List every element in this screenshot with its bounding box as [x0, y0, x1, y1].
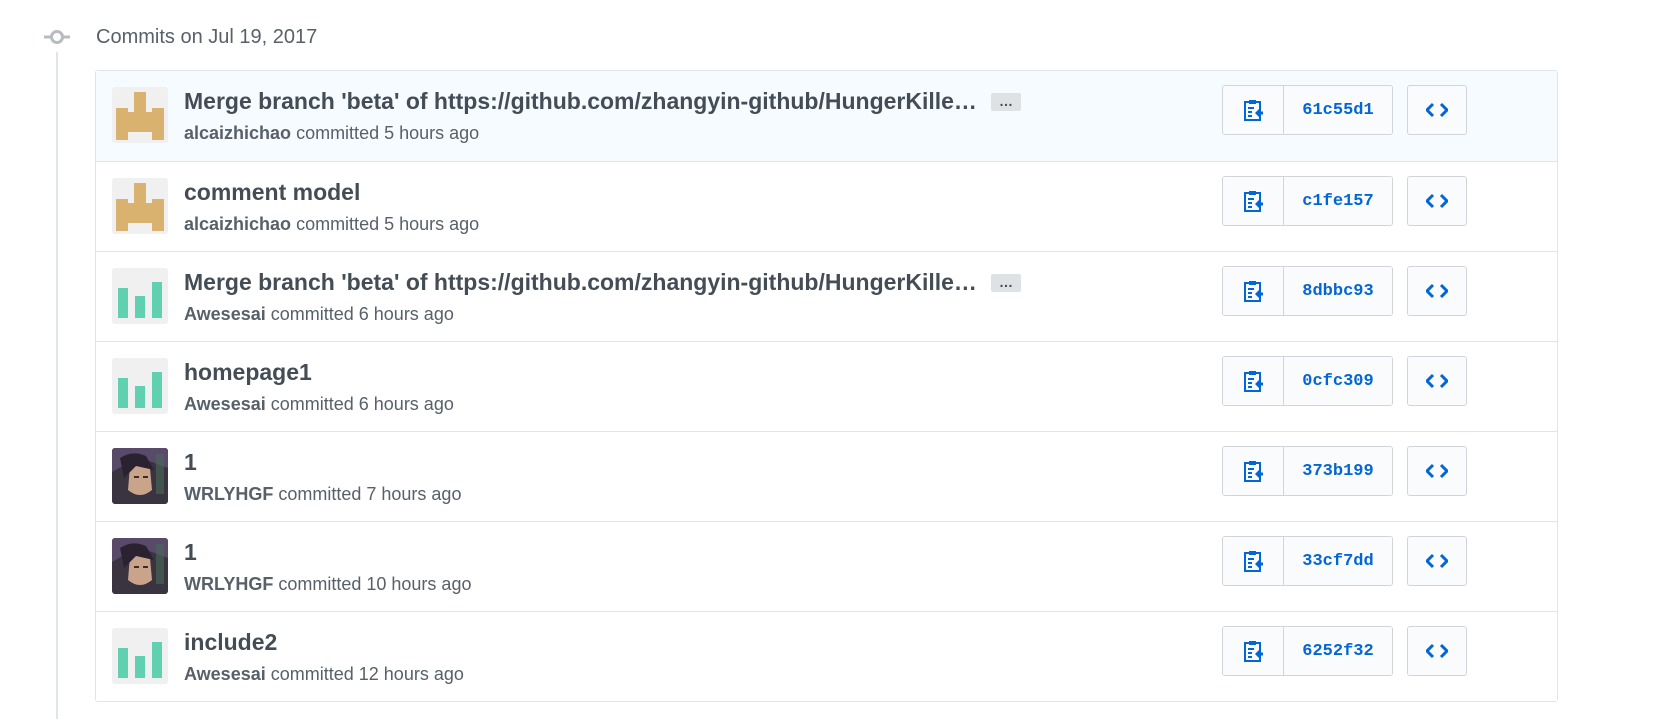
sha-button-group: 8dbbc93	[1222, 266, 1393, 316]
avatar[interactable]	[112, 87, 168, 143]
commit-meta: Awesesai committed 6 hours ago	[184, 304, 454, 325]
avatar[interactable]	[112, 628, 168, 684]
commit-sha-link[interactable]: 0cfc309	[1284, 357, 1392, 405]
sha-button-group: 0cfc309	[1222, 356, 1393, 406]
commit-message-link[interactable]: homepage1	[184, 359, 312, 386]
git-commit-icon	[42, 22, 72, 52]
commit-sha-link[interactable]: c1fe157	[1284, 177, 1392, 225]
commit-row: homepage1 Awesesai committed 6 hours ago…	[96, 341, 1557, 431]
commit-author-link[interactable]: Awesesai	[184, 664, 266, 684]
browse-repo-button[interactable]	[1407, 536, 1467, 586]
copy-sha-button[interactable]	[1223, 627, 1284, 675]
avatar[interactable]	[112, 448, 168, 504]
commit-row: 1 WRLYHGF committed 7 hours ago 373b199	[96, 431, 1557, 521]
commit-message-link[interactable]: Merge branch 'beta' of https://github.co…	[184, 269, 977, 296]
commit-meta: Awesesai committed 6 hours ago	[184, 394, 454, 415]
sha-button-group: 61c55d1	[1222, 85, 1393, 135]
commit-author-link[interactable]: Awesesai	[184, 394, 266, 414]
commit-sha-link[interactable]: 6252f32	[1284, 627, 1392, 675]
commit-author-link[interactable]: alcaizhichao	[184, 214, 291, 234]
clipboard-icon	[1244, 641, 1263, 662]
commit-time: committed 10 hours ago	[278, 574, 472, 594]
clipboard-icon	[1244, 100, 1263, 121]
commit-row: comment model alcaizhichao committed 5 h…	[96, 161, 1557, 251]
copy-sha-button[interactable]	[1223, 267, 1284, 315]
copy-sha-button[interactable]	[1223, 357, 1284, 405]
commit-list: Merge branch 'beta' of https://github.co…	[95, 70, 1558, 702]
commit-meta: WRLYHGF committed 7 hours ago	[184, 484, 461, 505]
code-icon	[1426, 193, 1448, 209]
expand-message-button[interactable]: …	[990, 273, 1021, 292]
browse-repo-button[interactable]	[1407, 176, 1467, 226]
commit-group-title: Commits on Jul 19, 2017	[96, 25, 318, 48]
commit-sha-link[interactable]: 373b199	[1284, 447, 1392, 495]
commit-time: committed 7 hours ago	[278, 484, 462, 504]
commit-time: committed 6 hours ago	[270, 394, 454, 414]
commit-row: include2 Awesesai committed 12 hours ago…	[96, 611, 1557, 701]
commit-row: Merge branch 'beta' of https://github.co…	[96, 71, 1557, 161]
commit-time: committed 12 hours ago	[270, 664, 464, 684]
copy-sha-button[interactable]	[1223, 177, 1284, 225]
clipboard-icon	[1244, 191, 1263, 212]
commit-author-link[interactable]: WRLYHGF	[184, 574, 273, 594]
clipboard-icon	[1244, 371, 1263, 392]
code-icon	[1426, 102, 1448, 118]
sha-button-group: 6252f32	[1222, 626, 1393, 676]
commit-meta: alcaizhichao committed 5 hours ago	[184, 123, 479, 144]
sha-button-group: 33cf7dd	[1222, 536, 1393, 586]
commit-meta: alcaizhichao committed 5 hours ago	[184, 214, 479, 235]
browse-repo-button[interactable]	[1407, 266, 1467, 316]
commit-message-link[interactable]: comment model	[184, 179, 360, 206]
commit-group-header: Commits on Jul 19, 2017	[42, 22, 317, 52]
clipboard-icon	[1244, 551, 1263, 572]
commit-time: committed 6 hours ago	[270, 304, 454, 324]
commit-message-link[interactable]: 1	[184, 539, 197, 566]
code-icon	[1426, 643, 1448, 659]
clipboard-icon	[1244, 281, 1263, 302]
commit-author-link[interactable]: Awesesai	[184, 304, 266, 324]
timeline-line	[56, 48, 58, 719]
commit-sha-link[interactable]: 61c55d1	[1284, 86, 1392, 134]
commit-message-link[interactable]: 1	[184, 449, 197, 476]
commit-sha-link[interactable]: 8dbbc93	[1284, 267, 1392, 315]
avatar[interactable]	[112, 538, 168, 594]
browse-repo-button[interactable]	[1407, 446, 1467, 496]
commit-sha-link[interactable]: 33cf7dd	[1284, 537, 1392, 585]
avatar[interactable]	[112, 358, 168, 414]
code-icon	[1426, 373, 1448, 389]
sha-button-group: c1fe157	[1222, 176, 1393, 226]
copy-sha-button[interactable]	[1223, 447, 1284, 495]
browse-repo-button[interactable]	[1407, 626, 1467, 676]
commit-author-link[interactable]: alcaizhichao	[184, 123, 291, 143]
browse-repo-button[interactable]	[1407, 85, 1467, 135]
copy-sha-button[interactable]	[1223, 86, 1284, 134]
commit-author-link[interactable]: WRLYHGF	[184, 484, 273, 504]
commit-row: Merge branch 'beta' of https://github.co…	[96, 251, 1557, 341]
commit-message-link[interactable]: include2	[184, 629, 277, 656]
code-icon	[1426, 463, 1448, 479]
commit-message-link[interactable]: Merge branch 'beta' of https://github.co…	[184, 88, 977, 115]
commit-time: committed 5 hours ago	[296, 214, 480, 234]
commit-meta: Awesesai committed 12 hours ago	[184, 664, 464, 685]
expand-message-button[interactable]: …	[990, 92, 1021, 111]
avatar[interactable]	[112, 268, 168, 324]
sha-button-group: 373b199	[1222, 446, 1393, 496]
browse-repo-button[interactable]	[1407, 356, 1467, 406]
commit-row: 1 WRLYHGF committed 10 hours ago 33cf7dd	[96, 521, 1557, 611]
commit-time: committed 5 hours ago	[296, 123, 480, 143]
code-icon	[1426, 283, 1448, 299]
clipboard-icon	[1244, 461, 1263, 482]
code-icon	[1426, 553, 1448, 569]
commit-meta: WRLYHGF committed 10 hours ago	[184, 574, 471, 595]
copy-sha-button[interactable]	[1223, 537, 1284, 585]
avatar[interactable]	[112, 178, 168, 234]
